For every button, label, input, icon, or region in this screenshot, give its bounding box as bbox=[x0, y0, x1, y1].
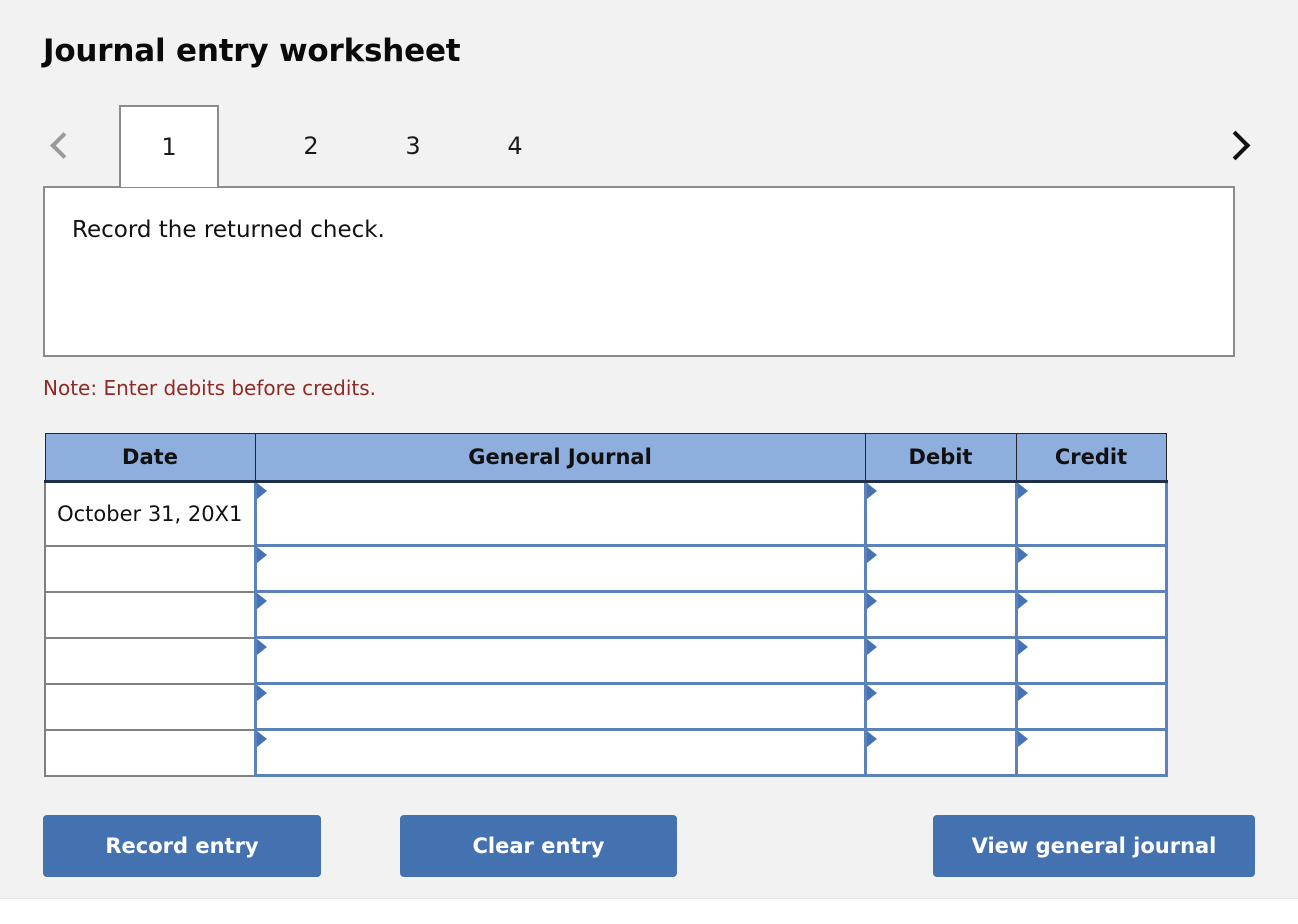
tab-1[interactable]: 1 bbox=[119, 105, 219, 187]
dropdown-triangle-icon[interactable] bbox=[866, 685, 877, 701]
tab-label: 1 bbox=[161, 133, 177, 161]
cell-credit[interactable] bbox=[1014, 728, 1168, 777]
transaction-prompt: Record the returned check. bbox=[72, 217, 385, 243]
action-button-bar: Record entry Clear entry View general jo… bbox=[43, 815, 1255, 877]
chevron-right-icon bbox=[1220, 130, 1250, 160]
page-title: Journal entry worksheet bbox=[43, 33, 461, 69]
cell-debit[interactable] bbox=[863, 590, 1018, 639]
table-row bbox=[44, 544, 1168, 593]
dropdown-triangle-icon[interactable] bbox=[866, 593, 877, 609]
dropdown-triangle-icon[interactable] bbox=[256, 547, 267, 563]
cell-general-journal[interactable] bbox=[253, 636, 867, 685]
cell-credit[interactable] bbox=[1014, 480, 1168, 547]
cell-credit[interactable] bbox=[1014, 682, 1168, 731]
cell-debit[interactable] bbox=[863, 636, 1018, 685]
cell-date[interactable] bbox=[44, 590, 256, 639]
dropdown-triangle-icon[interactable] bbox=[1017, 731, 1028, 747]
clear-entry-button[interactable]: Clear entry bbox=[400, 815, 677, 877]
dropdown-triangle-icon[interactable] bbox=[866, 483, 877, 499]
column-header-credit: Credit bbox=[1015, 433, 1167, 483]
dropdown-triangle-icon[interactable] bbox=[1017, 593, 1028, 609]
tab-3[interactable]: 3 bbox=[363, 105, 463, 187]
cell-general-journal[interactable] bbox=[253, 682, 867, 731]
table-row: October 31, 20X1 bbox=[44, 480, 1168, 547]
cell-date[interactable] bbox=[44, 682, 256, 731]
column-header-date: Date bbox=[44, 433, 256, 483]
dropdown-triangle-icon[interactable] bbox=[866, 731, 877, 747]
cell-debit[interactable] bbox=[863, 682, 1018, 731]
cell-date[interactable] bbox=[44, 544, 256, 593]
tab-label: 4 bbox=[507, 132, 523, 160]
dropdown-triangle-icon[interactable] bbox=[866, 639, 877, 655]
cell-date[interactable] bbox=[44, 636, 256, 685]
record-entry-button[interactable]: Record entry bbox=[43, 815, 321, 877]
previous-page-button[interactable] bbox=[43, 119, 83, 171]
tab-strip: 1 2 3 4 bbox=[43, 105, 1255, 187]
column-header-general-journal: General Journal bbox=[254, 433, 866, 483]
dropdown-triangle-icon[interactable] bbox=[256, 685, 267, 701]
page-bottom-strip bbox=[0, 898, 1298, 924]
dropdown-triangle-icon[interactable] bbox=[1017, 639, 1028, 655]
chevron-left-icon bbox=[49, 131, 77, 159]
column-header-debit: Debit bbox=[864, 433, 1017, 483]
journal-entry-table: Date General Journal Debit Credit Octobe… bbox=[44, 433, 1168, 777]
tab-4[interactable]: 4 bbox=[465, 105, 565, 187]
table-header-row: Date General Journal Debit Credit bbox=[44, 433, 1167, 483]
table-row bbox=[44, 682, 1168, 731]
transaction-description-panel: Record the returned check. bbox=[43, 186, 1235, 357]
cell-debit[interactable] bbox=[863, 544, 1018, 593]
cell-general-journal[interactable] bbox=[253, 544, 867, 593]
table-row bbox=[44, 636, 1168, 685]
debits-before-credits-note: Note: Enter debits before credits. bbox=[43, 376, 377, 400]
journal-entry-worksheet-page: Journal entry worksheet 1 2 3 4 Record the … bbox=[0, 0, 1298, 898]
cell-debit[interactable] bbox=[863, 728, 1018, 777]
tab-label: 3 bbox=[405, 132, 421, 160]
tab-label: 2 bbox=[303, 132, 319, 160]
table-row bbox=[44, 590, 1168, 639]
dropdown-triangle-icon[interactable] bbox=[256, 639, 267, 655]
dropdown-triangle-icon[interactable] bbox=[256, 731, 267, 747]
cell-date[interactable] bbox=[44, 728, 256, 777]
cell-credit[interactable] bbox=[1014, 590, 1168, 639]
tab-2[interactable]: 2 bbox=[261, 105, 361, 187]
cell-general-journal[interactable] bbox=[253, 728, 867, 777]
dropdown-triangle-icon[interactable] bbox=[1017, 685, 1028, 701]
cell-debit[interactable] bbox=[863, 480, 1018, 547]
dropdown-triangle-icon[interactable] bbox=[256, 483, 267, 499]
dropdown-triangle-icon[interactable] bbox=[256, 593, 267, 609]
cell-credit[interactable] bbox=[1014, 636, 1168, 685]
cell-general-journal[interactable] bbox=[253, 480, 867, 547]
cell-date[interactable]: October 31, 20X1 bbox=[44, 480, 256, 547]
cell-general-journal[interactable] bbox=[253, 590, 867, 639]
table-row bbox=[44, 728, 1168, 777]
next-page-button[interactable] bbox=[1215, 119, 1255, 171]
dropdown-triangle-icon[interactable] bbox=[1017, 547, 1028, 563]
dropdown-triangle-icon[interactable] bbox=[1017, 483, 1028, 499]
view-general-journal-button[interactable]: View general journal bbox=[933, 815, 1255, 877]
cell-credit[interactable] bbox=[1014, 544, 1168, 593]
dropdown-triangle-icon[interactable] bbox=[866, 547, 877, 563]
